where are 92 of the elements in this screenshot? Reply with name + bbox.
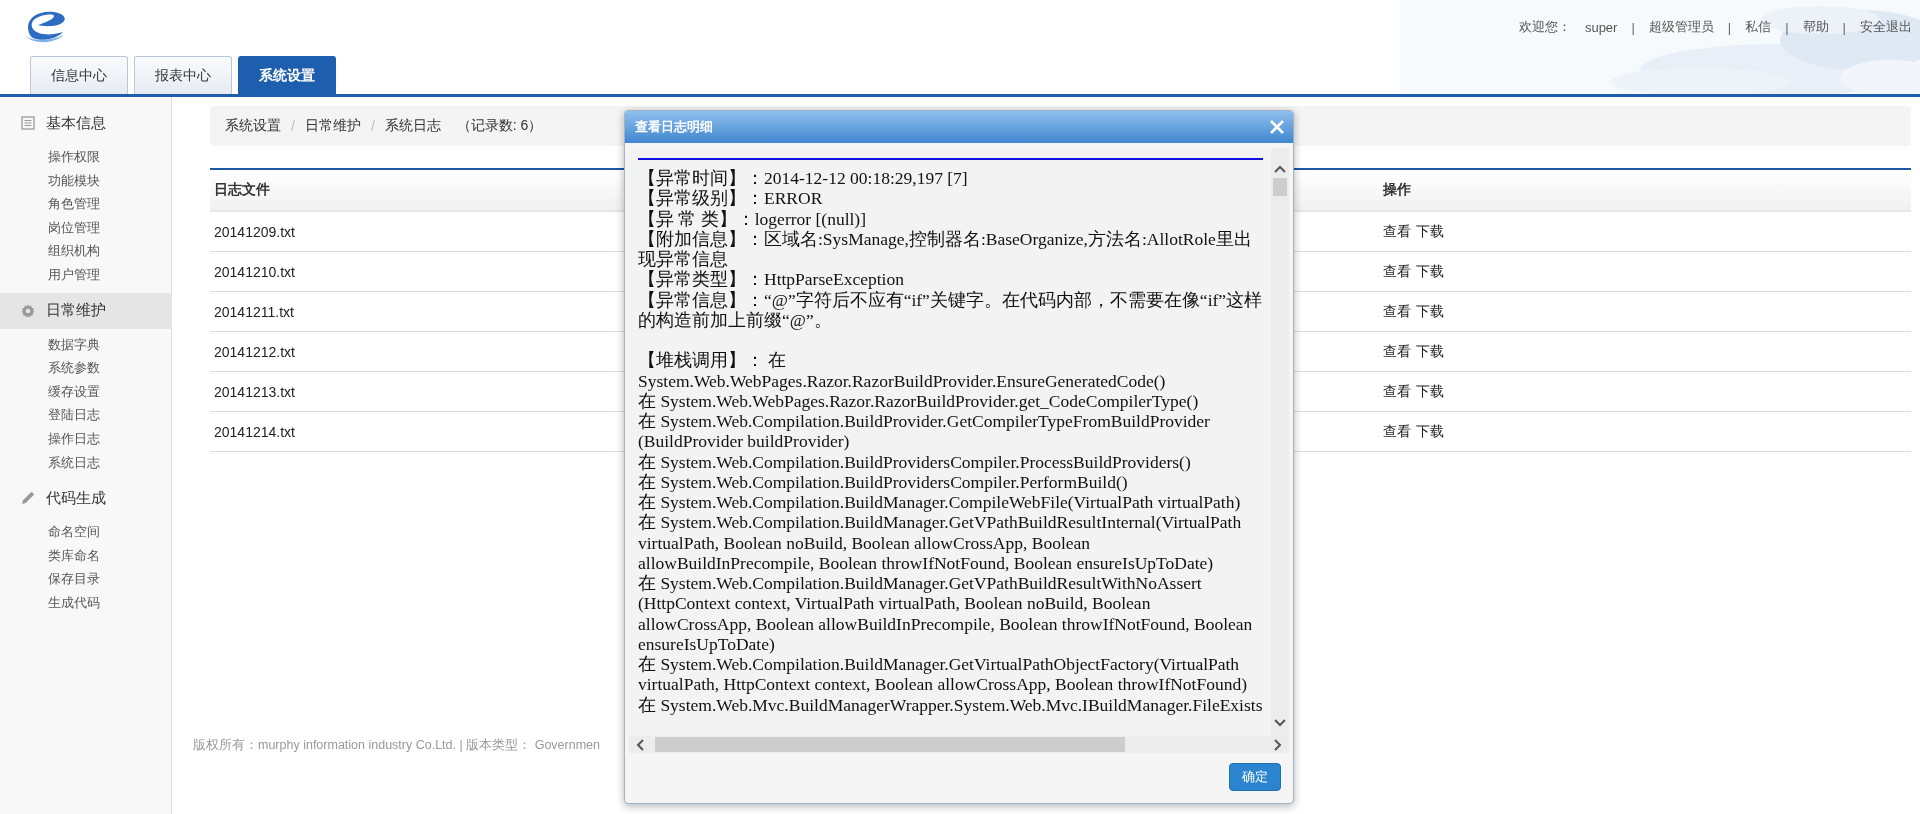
action-link[interactable]: 查看 [1383, 382, 1411, 401]
nav-tab[interactable]: 系统设置 [238, 56, 336, 94]
close-icon[interactable] [1269, 119, 1285, 135]
scrollbar-thumb[interactable] [1273, 178, 1287, 196]
scroll-right-icon[interactable] [1273, 737, 1283, 752]
sidebar-group[interactable]: 日常维护 [0, 292, 171, 329]
stack-line: 在 System.Web.Compilation.BuildManager.GetVPathBuildResultInternal(VirtualPath virtualPath, Boolean noBuild, Boolean allowCrossApp, Boolean allowBuildInPrecompile, Boolean throwIfNotFound, Boolean ensureIsUpToDate) [638, 512, 1243, 573]
list-icon [20, 115, 36, 131]
welcome-text: 欢迎您： [1518, 18, 1571, 36]
header-link[interactable]: 安全退出 [1860, 18, 1912, 36]
table-cell: 20141214.txt [214, 423, 295, 440]
separator: | [1842, 19, 1846, 35]
sidebar-group[interactable]: 代码生成 [0, 480, 171, 517]
sidebar-item[interactable]: 类库命名 [48, 543, 171, 568]
vertical-scrollbar[interactable] [1271, 148, 1289, 736]
pencil-icon [20, 490, 36, 507]
table-cell: 20141209.txt [214, 223, 295, 240]
breadcrumb-current: 系统日志 [384, 117, 441, 135]
sidebar-item[interactable]: 缓存设置 [48, 379, 171, 404]
scrollbar-thumb[interactable] [655, 737, 1125, 752]
sidebar-item[interactable]: 操作日志 [48, 426, 171, 451]
group-label: 基本信息 [46, 113, 106, 133]
table-cell: 20141211.txt [214, 303, 294, 320]
action-link[interactable]: 查看 [1383, 422, 1411, 441]
log-field: 【异 常 类】：logerror [(null)] [638, 208, 1263, 229]
sidebar-item[interactable]: 命名空间 [48, 520, 171, 544]
copyright-text: 版权所有：murphy information industry Co.Ltd. | 版本类型： Governmen [193, 737, 600, 754]
stack-line: 在 System.Web.Compilation.BuildProvider.GetCompilerTypeFromBuildProvider (BuildProvider buildProvider) [638, 411, 1211, 452]
action-link[interactable]: 下载 [1416, 222, 1444, 241]
sidebar-item[interactable]: 数据字典 [48, 332, 171, 357]
dialog-title: 查看日志明细 [635, 118, 713, 136]
sidebar-item[interactable]: 操作权限 [48, 145, 171, 169]
separator: | [1631, 19, 1635, 35]
table-cell: 20141213.txt [214, 383, 295, 400]
horizontal-scrollbar[interactable] [629, 736, 1289, 753]
separator: | [1785, 19, 1789, 35]
breadcrumb-separator: / [370, 118, 375, 134]
header-link[interactable]: super [1584, 19, 1618, 35]
sidebar-item[interactable]: 岗位管理 [48, 215, 171, 240]
separator: | [1727, 19, 1732, 35]
stack-line: 在 System.Web.WebPages.Razor.RazorBuildProvider.get_CodeCompilerType() [638, 390, 1200, 411]
breadcrumb-link[interactable]: 日常维护 [304, 117, 361, 135]
log-field: 【异常信息】：“@”字符后不应有“if”关键字。在代码内部，不需要在像“if”这样的构造前加上前缀“@”。 [638, 289, 1263, 330]
header-link[interactable]: 帮助 [1802, 18, 1829, 36]
action-link[interactable]: 下载 [1416, 342, 1444, 361]
scroll-left-icon[interactable] [635, 737, 645, 752]
scroll-up-icon[interactable] [1273, 164, 1287, 174]
record-count: （记录数: 6） [456, 117, 543, 135]
stack-line: 在 System.Web.Compilation.BuildManager.GetVPathBuildResultWithNoAssert (HttpContext context, VirtualPath virtualPath, Boolean noBuild, Boolean allowCrossApp, Boolean allowBuildInPrecompile, Boolean throwIfNotFound, Boolean ensureIsUpToDate) [638, 573, 1254, 654]
stack-line: 【堆栈调用】： 在 System.Web.WebPages.Razor.RazorBuildProvider.EnsureGeneratedCode() [638, 350, 1167, 391]
gear-icon [20, 302, 36, 319]
log-field: 【异常时间】：2014-12-12 00:18:29,197 [7] [638, 168, 1263, 189]
ok-button[interactable]: 确定 [1229, 763, 1281, 791]
action-link[interactable]: 下载 [1416, 422, 1444, 441]
log-field: 【异常类型】：HttpParseException [638, 269, 1263, 290]
action-link[interactable]: 查看 [1383, 342, 1411, 361]
nav-tab[interactable]: 信息中心 [30, 56, 128, 94]
log-field: 【异常级别】：ERROR [638, 188, 1263, 209]
action-link[interactable]: 下载 [1416, 262, 1444, 281]
scroll-down-icon[interactable] [1273, 718, 1287, 728]
sidebar-item[interactable]: 系统日志 [48, 450, 171, 475]
sidebar-item[interactable]: 用户管理 [48, 262, 171, 287]
header-link[interactable]: 超级管理员 [1648, 18, 1714, 36]
breadcrumb-link[interactable]: 系统设置 [225, 117, 281, 135]
breadcrumb-separator: / [291, 118, 295, 134]
stack-line: 在 System.Web.Mvc.BuildManagerWrapper.System.Web.Mvc.IBuildManager.FileExists [638, 694, 1263, 715]
group-label: 代码生成 [46, 488, 106, 508]
stack-line: 在 System.Web.Compilation.BuildManager.CompileWebFile(VirtualPath virtualPath) [638, 492, 1242, 513]
action-link[interactable]: 查看 [1383, 302, 1411, 321]
action-link[interactable]: 下载 [1416, 382, 1444, 401]
sidebar-item[interactable]: 保存目录 [48, 567, 171, 591]
action-link[interactable]: 查看 [1383, 222, 1411, 241]
sidebar-item[interactable]: 组织机构 [48, 239, 171, 263]
stack-line: 在 System.Web.Compilation.BuildProvidersCompiler.PerformBuild() [638, 471, 1128, 492]
action-link[interactable]: 下载 [1416, 302, 1444, 321]
sidebar-item[interactable]: 生成代码 [48, 590, 171, 615]
column-header: 操作 [1383, 181, 1411, 199]
header-link[interactable]: 私信 [1745, 18, 1772, 36]
sidebar-group[interactable]: 基本信息 [0, 105, 171, 141]
column-header: 日志文件 [214, 181, 270, 199]
sidebar-item[interactable]: 角色管理 [48, 192, 171, 216]
stack-line: 在 System.Web.Compilation.BuildProvidersCompiler.ProcessBuildProviders() [638, 451, 1192, 472]
nav-tab[interactable]: 报表中心 [134, 56, 232, 94]
sidebar-item[interactable]: 功能模块 [48, 168, 171, 193]
sidebar-item[interactable]: 系统参数 [48, 356, 171, 380]
action-link[interactable]: 查看 [1383, 262, 1411, 281]
group-label: 日常维护 [46, 301, 106, 321]
table-cell: 20141210.txt [214, 263, 295, 280]
stack-line: 在 System.Web.Compilation.BuildManager.GetVirtualPathObjectFactory(VirtualPath virtualPath, HttpContext context, Boolean allowCrossApp, Boolean throwIfNotFound) [638, 654, 1249, 695]
log-field: 【附加信息】：区域名:SysManage,控制器名:BaseOrganize,方法名:AllotRole里出现异常信息 [638, 228, 1263, 270]
table-cell: 20141212.txt [214, 343, 295, 360]
sidebar-item[interactable]: 登陆日志 [48, 403, 171, 427]
